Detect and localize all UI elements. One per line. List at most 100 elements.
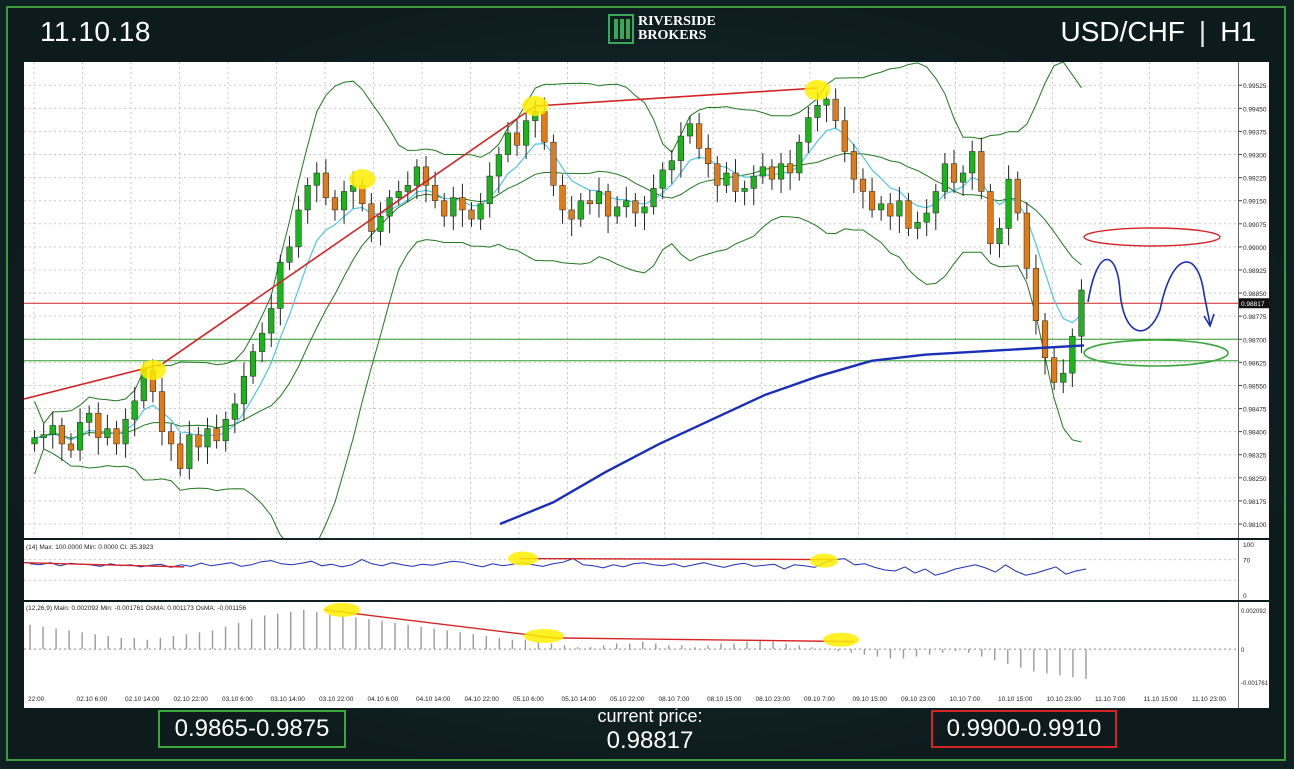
time-tick-label: 09.10 15:00 (853, 696, 888, 703)
candle (1023, 212, 1030, 269)
candle (340, 191, 348, 211)
price-tick-label: 0.98325 (1243, 453, 1267, 460)
candle (595, 191, 603, 205)
candle (604, 191, 612, 217)
candle (286, 246, 293, 263)
bollinger-upper (34, 62, 1082, 425)
candle (823, 98, 830, 106)
candle (541, 111, 548, 143)
trendline-top (535, 87, 818, 107)
highlight-mark (349, 169, 376, 190)
price-tick-label: 0.98250 (1243, 476, 1267, 483)
price-tick-label: 0.99150 (1243, 199, 1267, 206)
rsi-highlight (810, 553, 838, 568)
time-tick-label: 09.10 23:00 (901, 696, 936, 703)
rsi-line (29, 558, 1087, 576)
candle (168, 431, 175, 445)
rsi-axis: 100 70 0 (1238, 540, 1269, 600)
candle (714, 163, 721, 186)
candle (40, 434, 47, 439)
support-zone-box: 0.9865-0.9875 (158, 710, 346, 748)
candle (650, 188, 657, 208)
candle (76, 422, 84, 451)
highlight-mark (522, 96, 549, 116)
candle (1005, 178, 1012, 229)
candle (459, 197, 466, 211)
price-tick-label: 0.98175 (1243, 499, 1267, 506)
time-tick-label: 10.10 23:00 (1047, 696, 1082, 703)
candle (404, 185, 411, 192)
candle (222, 419, 229, 442)
macd-highlight (823, 632, 859, 647)
candle (796, 141, 803, 174)
candle (413, 166, 420, 186)
candle (322, 172, 329, 198)
candle (204, 428, 211, 448)
price-tick-label: 0.99300 (1243, 153, 1267, 160)
rsi-label: (14) Max: 100.0000 Min: 0.0000 Ci: 35.39… (26, 544, 154, 551)
candle (259, 332, 266, 352)
price-tick-label: 0.99375 (1243, 129, 1267, 136)
price-tick-label: 0.99000 (1243, 245, 1267, 252)
candle (122, 419, 129, 445)
current-price-block: current price: 0.98817 (560, 706, 740, 755)
time-tick-label: 11.10 23:00 (1192, 696, 1226, 703)
candle (805, 117, 812, 143)
candle (67, 443, 75, 451)
candle (158, 391, 166, 432)
candle (941, 163, 948, 192)
candle (477, 203, 484, 220)
price-label: 0.98817 (1241, 301, 1265, 308)
candle (1078, 289, 1085, 337)
price-tick-label: 0.98550 (1243, 383, 1267, 390)
candle (95, 412, 102, 439)
candle (832, 98, 839, 121)
candle (659, 169, 666, 189)
candle (586, 200, 593, 205)
trendline-up (161, 105, 536, 365)
time-tick-label: 05.10 6:00 (513, 696, 544, 703)
candle (277, 262, 284, 309)
macd-tick-label: 0 (1241, 648, 1245, 654)
price-tick-label: 0.99075 (1243, 222, 1267, 229)
time-tick-label: 10.10 15:00 (998, 696, 1033, 703)
candle (777, 163, 785, 180)
candle (623, 200, 630, 208)
candle (696, 123, 703, 149)
time-tick-label: 05.10 22:00 (610, 696, 645, 703)
candle (868, 191, 876, 211)
price-tick-label: 0.98400 (1243, 430, 1267, 437)
macd-trendline-2 (553, 637, 855, 643)
current-price-label: current price: (597, 706, 703, 726)
rsi-panel[interactable]: (14) Max: 100.0000 Min: 0.0000 Ci: 35.39… (24, 540, 1238, 600)
time-tick-label: 03.10 14:00 (271, 696, 306, 703)
candle (432, 185, 439, 201)
price-tick-label: 0.98100 (1243, 522, 1267, 529)
candle (240, 375, 248, 405)
candle (504, 132, 512, 155)
candle (723, 172, 730, 186)
candle (969, 151, 976, 174)
rsi-tick-label: 100 (1243, 542, 1254, 549)
candle (996, 228, 1003, 245)
logo-line-2: BROKERS (638, 28, 707, 43)
candle (568, 209, 575, 220)
time-tick-label: 09.10 7:00 (804, 696, 835, 703)
rsi-tick-label: 70 (1243, 558, 1251, 565)
price-chart-panel[interactable] (24, 62, 1238, 538)
instrument-label: USD/CHF | H1 (1060, 16, 1256, 48)
candle (1032, 268, 1040, 322)
candle (914, 222, 921, 229)
candle (987, 191, 994, 245)
resistance-zone-box: 0.9900-0.9910 (931, 710, 1117, 748)
candle (950, 163, 958, 183)
candle (523, 120, 530, 146)
time-axis: 22:00 02.10 6:00 02.10 14:00 02.10 22:00 03.… (24, 688, 1238, 708)
candle (677, 135, 684, 161)
price-tick-label: 0.98850 (1243, 291, 1267, 298)
candle (231, 403, 238, 420)
time-tick-label: 04.10 22:00 (465, 696, 500, 703)
candle (1069, 335, 1076, 374)
price-axis: 0.99525 0.99450 0.99375 0.99300 0.99225 0.991… (1238, 62, 1269, 538)
macd-panel[interactable]: (12,26,9) Main: 0.002092 Min: -0.001761 … (24, 602, 1238, 688)
